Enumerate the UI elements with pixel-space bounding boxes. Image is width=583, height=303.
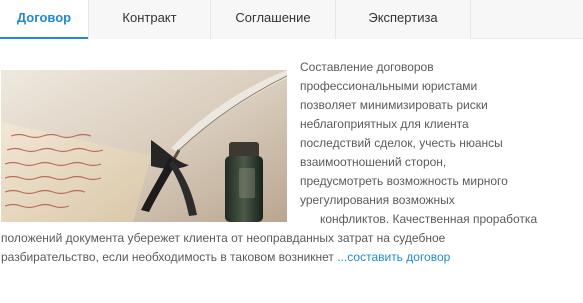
tab-kontrakt[interactable]: Контракт — [89, 0, 211, 39]
page: Договор Контракт Соглашение Экспертиза С… — [0, 0, 583, 303]
article-text-lower: положений документа убережет клиента от … — [1, 229, 583, 267]
tab-dogovor[interactable]: Договор — [0, 0, 89, 40]
article-line: Составление договоров — [300, 60, 434, 74]
article-line: конфликтов. Качественная проработка — [320, 212, 538, 226]
quill-document-image — [1, 70, 287, 222]
article-line: последствий сделок, учесть нюансы — [300, 136, 503, 150]
read-more-link[interactable]: ...составить договор — [337, 250, 450, 264]
tab-bar: Договор Контракт Соглашение Экспертиза — [0, 0, 583, 40]
article-line: позволяет минимизировать риски — [300, 98, 488, 112]
article-line: положений документа убережет клиента от … — [1, 231, 446, 245]
tab-soglashenie[interactable]: Соглашение — [211, 0, 336, 39]
article-line: урегулирования возможных — [300, 193, 455, 207]
article-line: взаимоотношений сторон, — [300, 155, 447, 169]
article-text-upper: Составление договоров профессиональными … — [300, 58, 582, 229]
article-line: предусмотреть возможность мирного — [300, 174, 508, 188]
article-line: разбирательство, если необходимость в та… — [1, 250, 338, 264]
tab-ekspertiza[interactable]: Экспертиза — [336, 0, 471, 39]
quill-document-illustration — [1, 70, 287, 222]
article-last-line: разбирательство, если необходимость в та… — [1, 248, 583, 267]
article-line: профессиональными юристами — [300, 79, 478, 93]
article-line: неблагоприятных для клиента — [300, 117, 469, 131]
